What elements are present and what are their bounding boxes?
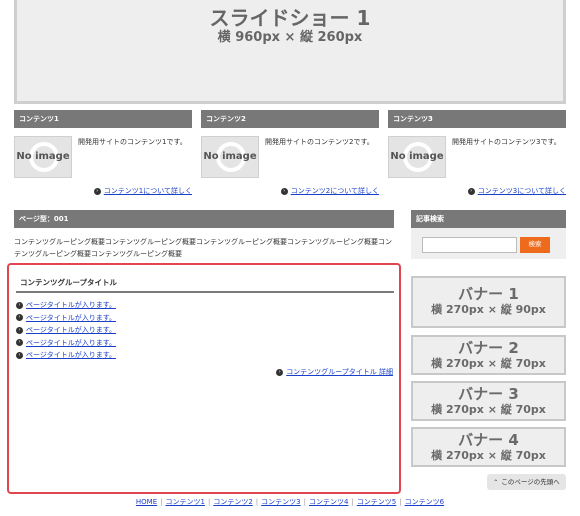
footer-link-content-6[interactable]: コンテンツ6 [405, 498, 444, 506]
banner-1[interactable]: バナー 1 横 270px × 縦 90px [411, 276, 566, 328]
arrow-right-icon: › [276, 368, 284, 376]
page-type-header: ページ型：001 [14, 210, 394, 228]
content-header: コンテンツ2 [201, 110, 379, 128]
no-image-thumbnail: No image [14, 136, 72, 178]
content-box-2: コンテンツ2 No image 開発用サイトのコンテンツ2です。 › コンテンツ2… [201, 110, 379, 195]
arrow-right-icon: › [467, 187, 475, 195]
footer-link-content-2[interactable]: コンテンツ2 [213, 498, 252, 506]
no-image-thumbnail: No image [201, 136, 259, 178]
content-box-1: コンテンツ1 No image 開発用サイトのコンテンツ1です。 › コンテンツ1… [14, 110, 192, 195]
banner-3[interactable]: バナー 3 横 270px × 縦 70px [411, 381, 566, 421]
footer-separator: | [255, 498, 259, 506]
banner-title: バナー 3 [458, 385, 519, 403]
arrow-right-icon: › [16, 326, 23, 334]
content-more-link[interactable]: › コンテンツ1について詳しく [93, 186, 192, 196]
arrow-right-icon: › [93, 187, 101, 195]
content-more-link-text[interactable]: コンテンツ1について詳しく [104, 187, 192, 195]
no-image-label: No image [203, 151, 257, 162]
footer-separator: | [351, 498, 354, 506]
footer-separator: | [303, 498, 306, 506]
content-header: コンテンツ1 [14, 110, 192, 128]
page-list: › ページタイトルが入ります。 › ページタイトルが入ります。 › ページタイトルが入… [16, 299, 116, 362]
group-detail-link-text[interactable]: コンテンツグループタイトル 詳細 [286, 368, 393, 376]
search-button[interactable]: 検索 [520, 237, 550, 253]
no-image-label: No image [16, 151, 70, 162]
footer-link-content-3[interactable]: コンテンツ3 [261, 498, 300, 506]
page-link[interactable]: ページタイトルが入ります。 [26, 339, 116, 347]
grouping-overview: コンテンツグルーピング概要コンテンツグルーピング概要コンテンツグルーピング概要コ… [14, 238, 392, 258]
page-link[interactable]: ページタイトルが入ります。 [26, 301, 116, 309]
slideshow-placeholder: スライドショー 1 横 960px × 縦 260px [14, 0, 566, 104]
content-more-link[interactable]: › コンテンツ3について詳しく [467, 186, 566, 196]
search-panel: 検索 [411, 228, 566, 259]
banner-2[interactable]: バナー 2 横 270px × 縦 70px [411, 335, 566, 375]
content-more-link-text[interactable]: コンテンツ2について詳しく [291, 187, 379, 195]
banner-title: バナー 4 [458, 431, 519, 449]
footer-link-home[interactable]: HOME [136, 498, 157, 506]
back-to-top-button[interactable]: ⌃ このページの先頭へ [487, 474, 566, 490]
footer-separator: | [399, 498, 402, 506]
content-box-3: コンテンツ3 No image 開発用サイトのコンテンツ3です。 › コンテンツ3… [388, 110, 566, 195]
page-link[interactable]: ページタイトルが入ります。 [26, 326, 116, 334]
list-item[interactable]: › ページタイトルが入ります。 [16, 312, 116, 325]
footer-link-content-1[interactable]: コンテンツ1 [166, 498, 205, 506]
no-image-thumbnail: No image [388, 136, 446, 178]
list-item[interactable]: › ページタイトルが入ります。 [16, 349, 116, 362]
banner-size: 横 270px × 縦 70px [431, 449, 546, 462]
search-input[interactable] [422, 237, 517, 253]
search-header: 記事検索 [411, 210, 566, 228]
list-item[interactable]: › ページタイトルが入ります。 [16, 299, 116, 312]
banner-title: バナー 2 [458, 339, 519, 357]
list-item[interactable]: › ページタイトルが入ります。 [16, 324, 116, 337]
content-more-link[interactable]: › コンテンツ2について詳しく [280, 186, 379, 196]
content-group-panel: コンテンツグループタイトル › ページタイトルが入ります。 › ページタイトルが入り… [7, 263, 401, 494]
back-to-top-label: このページの先頭へ [501, 478, 560, 486]
group-divider [16, 291, 394, 293]
banner-size: 横 270px × 縦 70px [431, 403, 546, 416]
no-image-label: No image [390, 151, 444, 162]
arrow-right-icon: › [280, 187, 288, 195]
footer-separator: | [207, 498, 211, 506]
list-item[interactable]: › ページタイトルが入ります。 [16, 337, 116, 350]
page-link[interactable]: ページタイトルが入ります。 [26, 314, 116, 322]
footer-link-content-5[interactable]: コンテンツ5 [357, 498, 396, 506]
content-description: 開発用サイトのコンテンツ2です。 [265, 138, 374, 146]
arrow-right-icon: › [16, 351, 23, 359]
chevron-up-icon: ⌃ [493, 479, 499, 486]
banner-size: 横 270px × 縦 70px [431, 357, 546, 370]
content-header: コンテンツ3 [388, 110, 566, 128]
footer-separator: | [160, 498, 163, 506]
arrow-right-icon: › [16, 301, 23, 309]
arrow-right-icon: › [16, 339, 23, 346]
footer-nav: HOME | コンテンツ1 | コンテンツ2 | コンテンツ3 | コンテンツ4 | コンテンツ5 |… [0, 497, 580, 507]
slideshow-size: 横 960px × 縦 260px [217, 30, 363, 45]
banner-size: 横 270px × 縦 90px [431, 303, 546, 316]
slideshow-title: スライドショー 1 [209, 6, 371, 30]
page-link[interactable]: ページタイトルが入ります。 [26, 351, 116, 359]
group-detail-link[interactable]: › コンテンツグループタイトル 詳細 [276, 367, 393, 377]
content-description: 開発用サイトのコンテンツ3です。 [452, 138, 561, 146]
banner-4[interactable]: バナー 4 横 270px × 縦 70px [411, 427, 566, 467]
footer-link-content-4[interactable]: コンテンツ4 [309, 498, 348, 506]
banner-title: バナー 1 [458, 285, 519, 303]
group-title: コンテンツグループタイトル [20, 278, 118, 287]
arrow-right-icon: › [16, 314, 23, 321]
content-description: 開発用サイトのコンテンツ1です。 [78, 138, 187, 146]
content-more-link-text[interactable]: コンテンツ3について詳しく [478, 187, 566, 195]
